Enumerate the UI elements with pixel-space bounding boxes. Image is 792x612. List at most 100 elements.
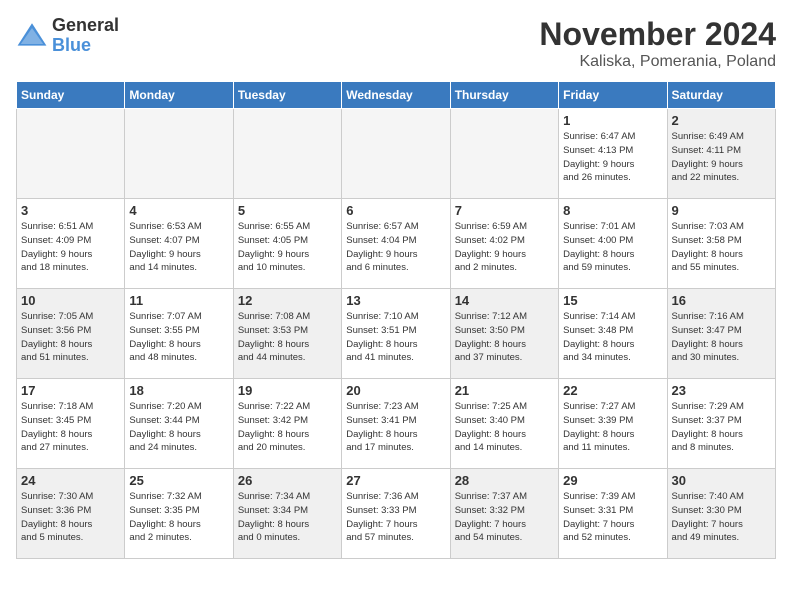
weekday-header: Tuesday	[233, 82, 341, 109]
logo-icon	[16, 20, 48, 52]
day-info: Sunrise: 7:03 AM Sunset: 3:58 PM Dayligh…	[672, 220, 771, 275]
calendar-row: 3Sunrise: 6:51 AM Sunset: 4:09 PM Daylig…	[17, 199, 776, 289]
logo-line2: Blue	[52, 36, 119, 56]
calendar-cell	[450, 109, 558, 199]
day-number: 9	[672, 203, 771, 218]
day-number: 24	[21, 473, 120, 488]
day-info: Sunrise: 7:40 AM Sunset: 3:30 PM Dayligh…	[672, 490, 771, 545]
day-number: 8	[563, 203, 662, 218]
calendar-cell: 6 Sunrise: 6:57 AM Sunset: 4:04 PM Daylig…	[342, 199, 450, 289]
day-info: Sunrise: 6:49 AM Sunset: 4:11 PM Dayligh…	[672, 130, 771, 185]
calendar-cell	[125, 109, 233, 199]
calendar-cell: 19 Sunrise: 7:22 AM Sunset: 3:42 PM Dayli…	[233, 379, 341, 469]
day-number: 15	[563, 293, 662, 308]
weekday-header: Friday	[559, 82, 667, 109]
weekday-header: Monday	[125, 82, 233, 109]
day-info: Sunrise: 6:55 AM Sunset: 4:05 PM Dayligh…	[238, 220, 337, 275]
day-info: Sunrise: 7:14 AM Sunset: 3:48 PM Dayligh…	[563, 310, 662, 365]
day-info: Sunrise: 7:36 AM Sunset: 3:33 PM Dayligh…	[346, 490, 445, 545]
day-number: 29	[563, 473, 662, 488]
day-info: Sunrise: 7:32 AM Sunset: 3:35 PM Dayligh…	[129, 490, 228, 545]
logo-line1: General	[52, 16, 119, 36]
day-info: Sunrise: 7:29 AM Sunset: 3:37 PM Dayligh…	[672, 400, 771, 455]
day-info: Sunrise: 7:08 AM Sunset: 3:53 PM Dayligh…	[238, 310, 337, 365]
calendar-cell: 28 Sunrise: 7:37 AM Sunset: 3:32 PM Dayli…	[450, 469, 558, 559]
calendar-table: SundayMondayTuesdayWednesdayThursdayFrid…	[16, 81, 776, 559]
calendar-cell: 25 Sunrise: 7:32 AM Sunset: 3:35 PM Dayli…	[125, 469, 233, 559]
calendar-row: 24 Sunrise: 7:30 AM Sunset: 3:36 PM Dayli…	[17, 469, 776, 559]
day-number: 28	[455, 473, 554, 488]
day-info: Sunrise: 7:10 AM Sunset: 3:51 PM Dayligh…	[346, 310, 445, 365]
day-number: 6	[346, 203, 445, 218]
calendar-row: 10Sunrise: 7:05 AM Sunset: 3:56 PM Dayli…	[17, 289, 776, 379]
calendar-cell: 3Sunrise: 6:51 AM Sunset: 4:09 PM Daylig…	[17, 199, 125, 289]
logo-text: General Blue	[52, 16, 119, 56]
day-info: Sunrise: 7:37 AM Sunset: 3:32 PM Dayligh…	[455, 490, 554, 545]
calendar-cell: 26Sunrise: 7:34 AM Sunset: 3:34 PM Dayli…	[233, 469, 341, 559]
calendar-cell: 23Sunrise: 7:29 AM Sunset: 3:37 PM Dayli…	[667, 379, 775, 469]
day-number: 2	[672, 113, 771, 128]
calendar-row: 1Sunrise: 6:47 AM Sunset: 4:13 PM Daylig…	[17, 109, 776, 199]
day-info: Sunrise: 7:39 AM Sunset: 3:31 PM Dayligh…	[563, 490, 662, 545]
weekday-header: Wednesday	[342, 82, 450, 109]
day-number: 13	[346, 293, 445, 308]
calendar-cell: 18 Sunrise: 7:20 AM Sunset: 3:44 PM Dayli…	[125, 379, 233, 469]
day-info: Sunrise: 7:27 AM Sunset: 3:39 PM Dayligh…	[563, 400, 662, 455]
day-info: Sunrise: 7:25 AM Sunset: 3:40 PM Dayligh…	[455, 400, 554, 455]
day-info: Sunrise: 7:22 AM Sunset: 3:42 PM Dayligh…	[238, 400, 337, 455]
calendar-cell: 21 Sunrise: 7:25 AM Sunset: 3:40 PM Dayli…	[450, 379, 558, 469]
day-number: 26	[238, 473, 337, 488]
calendar-cell: 7Sunrise: 6:59 AM Sunset: 4:02 PM Daylig…	[450, 199, 558, 289]
day-number: 22	[563, 383, 662, 398]
day-info: Sunrise: 7:16 AM Sunset: 3:47 PM Dayligh…	[672, 310, 771, 365]
day-info: Sunrise: 6:59 AM Sunset: 4:02 PM Dayligh…	[455, 220, 554, 275]
weekday-header: Thursday	[450, 82, 558, 109]
title-section: November 2024 Kaliska, Pomerania, Poland	[539, 16, 776, 71]
day-info: Sunrise: 7:30 AM Sunset: 3:36 PM Dayligh…	[21, 490, 120, 545]
day-number: 25	[129, 473, 228, 488]
day-info: Sunrise: 6:47 AM Sunset: 4:13 PM Dayligh…	[563, 130, 662, 185]
day-number: 21	[455, 383, 554, 398]
calendar-cell: 2 Sunrise: 6:49 AM Sunset: 4:11 PM Daylig…	[667, 109, 775, 199]
day-info: Sunrise: 7:05 AM Sunset: 3:56 PM Dayligh…	[21, 310, 120, 365]
day-number: 27	[346, 473, 445, 488]
day-info: Sunrise: 7:20 AM Sunset: 3:44 PM Dayligh…	[129, 400, 228, 455]
weekday-header: Sunday	[17, 82, 125, 109]
calendar-cell: 15 Sunrise: 7:14 AM Sunset: 3:48 PM Dayli…	[559, 289, 667, 379]
day-info: Sunrise: 7:01 AM Sunset: 4:00 PM Dayligh…	[563, 220, 662, 275]
day-number: 20	[346, 383, 445, 398]
calendar-row: 17Sunrise: 7:18 AM Sunset: 3:45 PM Dayli…	[17, 379, 776, 469]
day-info: Sunrise: 7:12 AM Sunset: 3:50 PM Dayligh…	[455, 310, 554, 365]
calendar-cell: 1Sunrise: 6:47 AM Sunset: 4:13 PM Daylig…	[559, 109, 667, 199]
weekday-header-row: SundayMondayTuesdayWednesdayThursdayFrid…	[17, 82, 776, 109]
day-number: 4	[129, 203, 228, 218]
calendar-cell	[17, 109, 125, 199]
calendar-cell: 24 Sunrise: 7:30 AM Sunset: 3:36 PM Dayli…	[17, 469, 125, 559]
logo: General Blue	[16, 16, 119, 56]
day-number: 18	[129, 383, 228, 398]
page-header: General Blue November 2024 Kaliska, Pome…	[16, 16, 776, 71]
calendar-cell: 17Sunrise: 7:18 AM Sunset: 3:45 PM Dayli…	[17, 379, 125, 469]
day-info: Sunrise: 6:51 AM Sunset: 4:09 PM Dayligh…	[21, 220, 120, 275]
calendar-cell: 8 Sunrise: 7:01 AM Sunset: 4:00 PM Daylig…	[559, 199, 667, 289]
calendar-cell: 29 Sunrise: 7:39 AM Sunset: 3:31 PM Dayli…	[559, 469, 667, 559]
calendar-cell: 14 Sunrise: 7:12 AM Sunset: 3:50 PM Dayli…	[450, 289, 558, 379]
calendar-cell: 5 Sunrise: 6:55 AM Sunset: 4:05 PM Daylig…	[233, 199, 341, 289]
calendar-cell: 30 Sunrise: 7:40 AM Sunset: 3:30 PM Dayli…	[667, 469, 775, 559]
day-number: 5	[238, 203, 337, 218]
day-number: 11	[129, 293, 228, 308]
calendar-cell: 13 Sunrise: 7:10 AM Sunset: 3:51 PM Dayli…	[342, 289, 450, 379]
calendar-cell: 12Sunrise: 7:08 AM Sunset: 3:53 PM Dayli…	[233, 289, 341, 379]
month-title: November 2024	[539, 16, 776, 53]
calendar-cell: 4 Sunrise: 6:53 AM Sunset: 4:07 PM Daylig…	[125, 199, 233, 289]
day-info: Sunrise: 6:57 AM Sunset: 4:04 PM Dayligh…	[346, 220, 445, 275]
day-number: 30	[672, 473, 771, 488]
day-info: Sunrise: 7:23 AM Sunset: 3:41 PM Dayligh…	[346, 400, 445, 455]
day-number: 14	[455, 293, 554, 308]
calendar-cell	[342, 109, 450, 199]
calendar-cell: 10Sunrise: 7:05 AM Sunset: 3:56 PM Dayli…	[17, 289, 125, 379]
calendar-cell: 20 Sunrise: 7:23 AM Sunset: 3:41 PM Dayli…	[342, 379, 450, 469]
day-number: 19	[238, 383, 337, 398]
day-info: Sunrise: 6:53 AM Sunset: 4:07 PM Dayligh…	[129, 220, 228, 275]
day-number: 17	[21, 383, 120, 398]
